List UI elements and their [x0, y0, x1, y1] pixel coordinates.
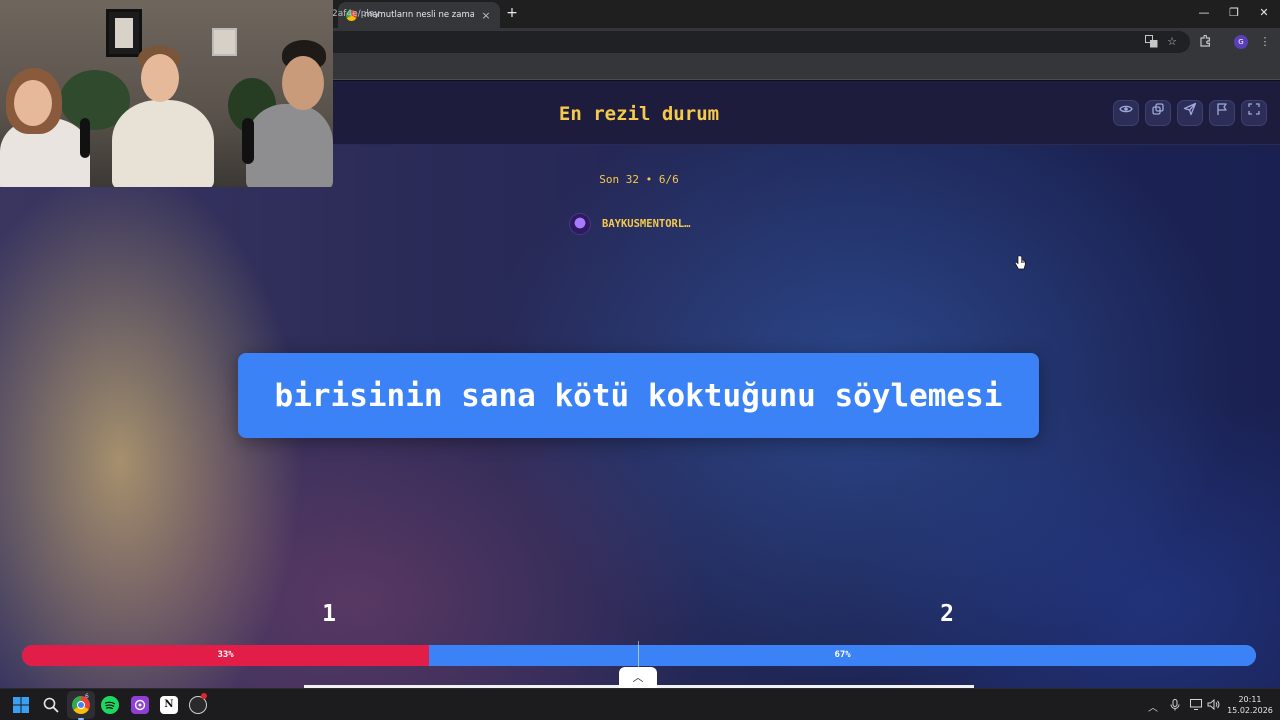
search-icon[interactable] [42, 696, 60, 714]
wall-poster-image [106, 9, 142, 57]
display-tray-icon[interactable] [1190, 699, 1202, 713]
new-tab-button[interactable]: + [505, 5, 519, 21]
flag-icon[interactable] [1209, 100, 1235, 126]
webcam-overlay [0, 0, 333, 187]
option-2-label: 2 [940, 601, 954, 627]
creator-avatar-icon [569, 213, 591, 235]
chrome-badge: 6 [85, 693, 89, 700]
microphone-tray-icon[interactable] [1170, 699, 1180, 714]
hand-cursor-icon [1014, 255, 1026, 270]
url-text[interactable]: 2af4e/play [332, 9, 380, 19]
volume-tray-icon[interactable] [1207, 698, 1220, 713]
clock-date: 15.02.2026 [1227, 706, 1273, 715]
vote-percent-option-2: 67% [834, 650, 851, 660]
creator-name: BAYKUSMENTORL… [602, 218, 691, 230]
menu-icon[interactable]: ⋮ [1258, 35, 1272, 49]
eye-icon[interactable] [1113, 100, 1139, 126]
webcam-person-right [246, 104, 333, 187]
clock-time: 20:11 [1238, 695, 1262, 704]
screen: mamutların nesli ne zaman tük × + — ❐ ✕ … [0, 0, 1280, 720]
windows-taskbar: 6 N ︿ 20:11 15.02.2026 [0, 688, 1280, 720]
vote-center-divider [638, 641, 639, 669]
microphone-icon [242, 118, 254, 164]
microphone-icon [80, 118, 90, 158]
choice-card[interactable]: birisinin sana kötü koktuğunu söylemesi [238, 353, 1039, 438]
fullscreen-icon[interactable] [1241, 100, 1267, 126]
tab-close-icon[interactable]: × [480, 9, 492, 22]
send-icon[interactable] [1177, 100, 1203, 126]
option-1-label: 1 [322, 601, 336, 627]
translate-icon[interactable] [1144, 35, 1158, 49]
restore-button[interactable]: ❐ [1223, 6, 1245, 19]
address-bar[interactable] [290, 31, 1190, 53]
obs-icon[interactable] [189, 693, 207, 714]
taskbar-clock[interactable]: 20:11 15.02.2026 [1224, 694, 1276, 716]
profile-avatar[interactable]: G [1234, 35, 1248, 49]
windows-start-icon[interactable] [12, 696, 30, 714]
choice-text: birisinin sana kötü koktuğunu söylemesi [274, 377, 1003, 414]
chevron-up-tray-icon[interactable]: ︿ [1148, 699, 1158, 714]
tab-title: mamutların nesli ne zaman tük [364, 10, 474, 20]
share-icon[interactable] [1145, 100, 1171, 126]
wall-picture-image [212, 28, 237, 56]
creator-badge[interactable]: BAYKUSMENTORL… [569, 212, 691, 236]
spotify-icon[interactable] [101, 696, 119, 714]
close-window-button[interactable]: ✕ [1253, 6, 1275, 19]
podcast-app-icon[interactable] [131, 696, 149, 714]
vote-result-bar: 33% 67% [22, 645, 1256, 666]
bookmark-star-icon[interactable]: ☆ [1165, 35, 1179, 49]
webcam-person-center [112, 100, 214, 187]
vote-percent-option-1: 33% [217, 650, 234, 660]
notion-icon[interactable]: N [160, 696, 178, 714]
minimize-button[interactable]: — [1193, 6, 1215, 19]
chevron-up-icon[interactable]: ︿ [619, 667, 657, 688]
extensions-icon[interactable] [1198, 34, 1212, 49]
